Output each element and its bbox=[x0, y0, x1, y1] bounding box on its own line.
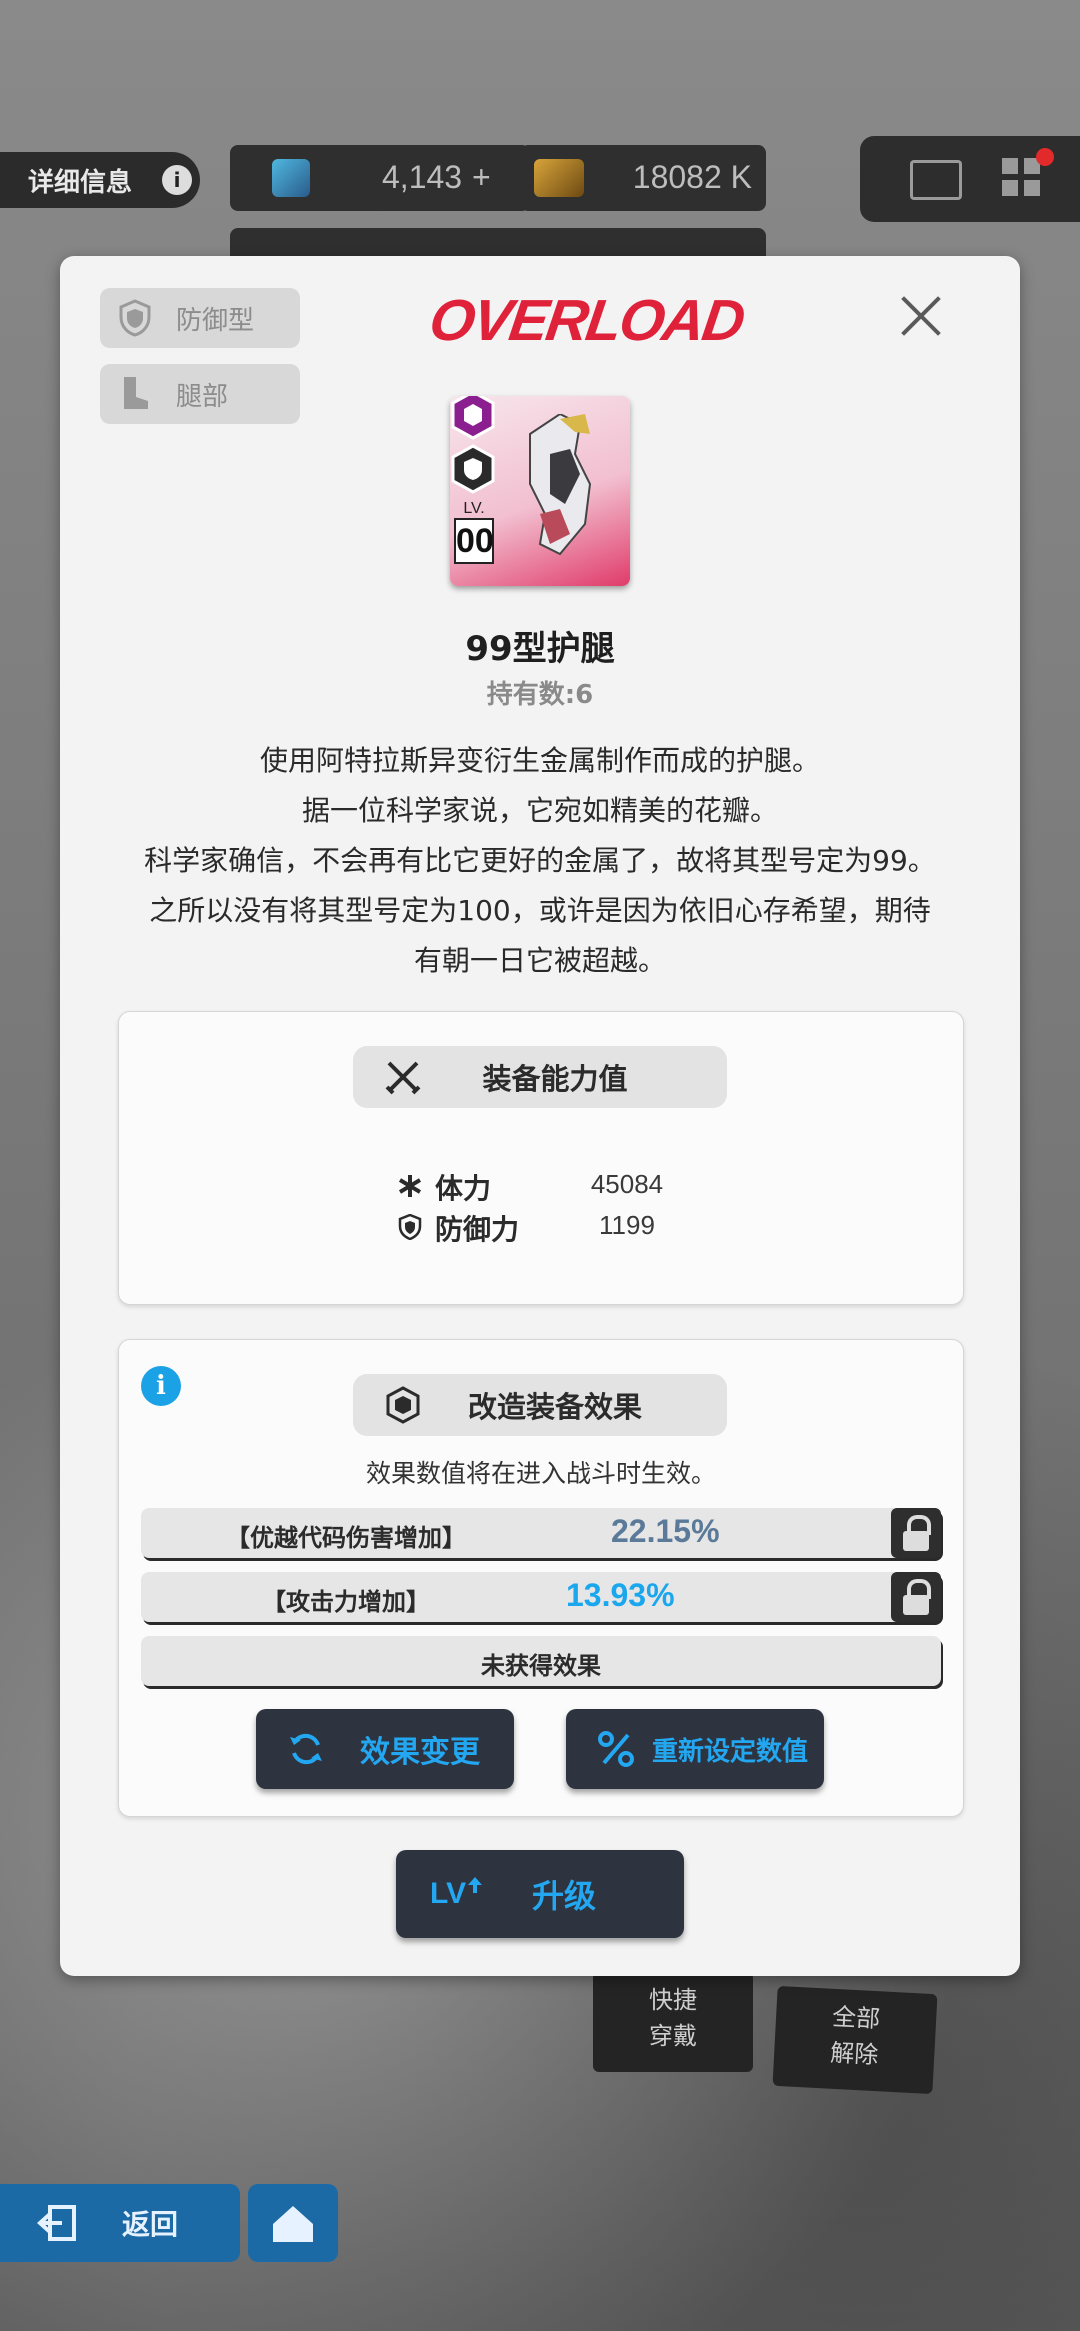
effect-value: 13.93% bbox=[566, 1577, 675, 1613]
crystal-resource-bar[interactable]: 4,143 + bbox=[230, 145, 530, 211]
upgrade-button[interactable]: LV 升级 bbox=[396, 1850, 684, 1938]
back-icon bbox=[37, 2205, 76, 2241]
overload-logo: OVERLOAD bbox=[425, 288, 748, 353]
upgrade-lv-prefix: LV bbox=[430, 1877, 467, 1910]
crystal-value: 4,143 bbox=[382, 159, 463, 195]
home-icon bbox=[273, 2206, 313, 2242]
asterisk-icon bbox=[398, 1175, 422, 1197]
owned-count: 持有数:6 bbox=[486, 680, 594, 710]
type-tag-defense: 防御型 bbox=[100, 288, 300, 348]
modification-effects-panel: i 改造装备效果 效果数值将在进入战斗时生效。 【优越代码伤害增加】 22.15… bbox=[118, 1339, 964, 1817]
menu-grid-icon[interactable] bbox=[1002, 158, 1042, 198]
effect-row[interactable]: 【优越代码伤害增加】 22.15% bbox=[141, 1508, 941, 1558]
empty-effect-row: 未获得效果 bbox=[141, 1636, 941, 1686]
stat-name: 体力 bbox=[435, 1172, 492, 1205]
detail-info-button[interactable]: 详细信息 i bbox=[0, 152, 200, 208]
effects-panel-header: 改造装备效果 bbox=[353, 1374, 727, 1436]
description-line: 使用阿特拉斯异变衍生金属制作而成的护腿。 bbox=[259, 744, 820, 777]
effect-row[interactable]: 【攻击力增加】 13.93% bbox=[141, 1572, 941, 1622]
effects-panel-title: 改造装备效果 bbox=[467, 1390, 642, 1424]
back-label: 返回 bbox=[122, 2208, 179, 2241]
top-right-menu bbox=[860, 136, 1080, 222]
description-line: 科学家确信，不会再有比它更好的金属了，故将其型号定为99。 bbox=[144, 844, 936, 877]
home-button[interactable] bbox=[248, 2184, 338, 2262]
stats-panel-title: 装备能力值 bbox=[482, 1062, 628, 1096]
close-icon[interactable] bbox=[890, 286, 950, 346]
upgrade-label: 升级 bbox=[532, 1877, 597, 1915]
add-crystal-icon[interactable]: + bbox=[472, 159, 491, 196]
defense-badge-icon bbox=[451, 444, 495, 494]
level-prefix: LV. bbox=[463, 500, 485, 517]
item-level: LV. 00 bbox=[454, 500, 494, 572]
crystal-icon bbox=[272, 159, 310, 197]
remove-all-button[interactable]: 全部 解除 bbox=[772, 1985, 938, 2095]
secondary-resource-bar bbox=[230, 228, 766, 258]
info-icon[interactable]: i bbox=[141, 1366, 181, 1406]
reset-values-button[interactable]: 重新设定数值 bbox=[566, 1709, 824, 1789]
stats-panel-header: 装备能力值 bbox=[353, 1046, 727, 1108]
credit-icon bbox=[534, 159, 584, 197]
item-thumbnail: LV. 00 bbox=[450, 396, 630, 586]
item-description: 使用阿特拉斯异变衍生金属制作而成的护腿。 据一位科学家说，它宛如精美的花瓣。 科… bbox=[80, 736, 1000, 986]
detail-info-label: 详细信息 bbox=[28, 167, 133, 198]
refresh-icon bbox=[290, 1733, 322, 1765]
quick-equip-button[interactable]: 快捷 穿戴 bbox=[593, 1972, 753, 2072]
effects-note: 效果数值将在进入战斗时生效。 bbox=[365, 1459, 716, 1488]
slot-tag-label: 腿部 bbox=[176, 381, 229, 412]
info-icon: i bbox=[162, 165, 192, 195]
description-line: 有朝一日它被超越。 bbox=[413, 944, 666, 977]
equipment-stats-panel: 装备能力值 体力 45084 防御力 1199 bbox=[118, 1011, 964, 1305]
shield-icon bbox=[119, 299, 151, 337]
boot-icon bbox=[124, 377, 148, 409]
stat-row-hp: 体力 45084 bbox=[397, 1167, 697, 1207]
arrow-up-icon bbox=[468, 1877, 483, 1893]
description-line: 之所以没有将其型号定为100，或许是因为依旧心存希望，期待 bbox=[149, 894, 931, 927]
quick-equip-label-1: 快捷 bbox=[649, 1986, 697, 2014]
credit-resource-bar[interactable]: 18082 K bbox=[520, 145, 766, 211]
credit-value: 18082 K bbox=[632, 159, 752, 195]
remove-all-label-2: 解除 bbox=[829, 2038, 879, 2070]
effect-name: 【攻击力增加】 bbox=[262, 1588, 430, 1616]
effect-name: 【优越代码伤害增加】 bbox=[226, 1524, 466, 1552]
mail-icon[interactable] bbox=[910, 160, 962, 200]
back-button[interactable]: 返回 bbox=[0, 2184, 240, 2262]
level-value: 00 bbox=[454, 518, 494, 564]
effect-value: 22.15% bbox=[611, 1513, 720, 1549]
rarity-badge-icon bbox=[451, 396, 495, 440]
stat-name: 防御力 bbox=[435, 1213, 520, 1246]
empty-effect-label: 未获得效果 bbox=[481, 1652, 601, 1680]
stat-value: 1199 bbox=[599, 1210, 655, 1240]
leg-armor-image bbox=[529, 414, 592, 556]
modification-icon bbox=[386, 1386, 420, 1424]
percent-icon bbox=[598, 1731, 634, 1767]
change-effect-button[interactable]: 效果变更 bbox=[256, 1709, 514, 1789]
crossed-swords-icon bbox=[385, 1061, 421, 1095]
shield-icon bbox=[398, 1214, 422, 1240]
stat-row-defense: 防御力 1199 bbox=[397, 1208, 697, 1248]
item-name: 99型护腿 bbox=[465, 629, 615, 669]
unlock-icon[interactable] bbox=[891, 1508, 941, 1558]
unlock-icon[interactable] bbox=[891, 1572, 941, 1622]
stat-value: 45084 bbox=[590, 1169, 664, 1199]
type-tag-label: 防御型 bbox=[176, 305, 255, 336]
slot-tag-legs: 腿部 bbox=[100, 364, 300, 424]
reset-values-label: 重新设定数值 bbox=[651, 1736, 808, 1767]
notification-dot bbox=[1036, 148, 1054, 166]
change-effect-label: 效果变更 bbox=[360, 1735, 480, 1770]
quick-equip-label-2: 穿戴 bbox=[649, 2022, 697, 2050]
description-line: 据一位科学家说，它宛如精美的花瓣。 bbox=[301, 794, 778, 827]
equipment-detail-modal: 防御型 腿部 OVERLOAD LV. 00 99型护腿 持有数:6 使用阿特拉… bbox=[60, 256, 1020, 1976]
